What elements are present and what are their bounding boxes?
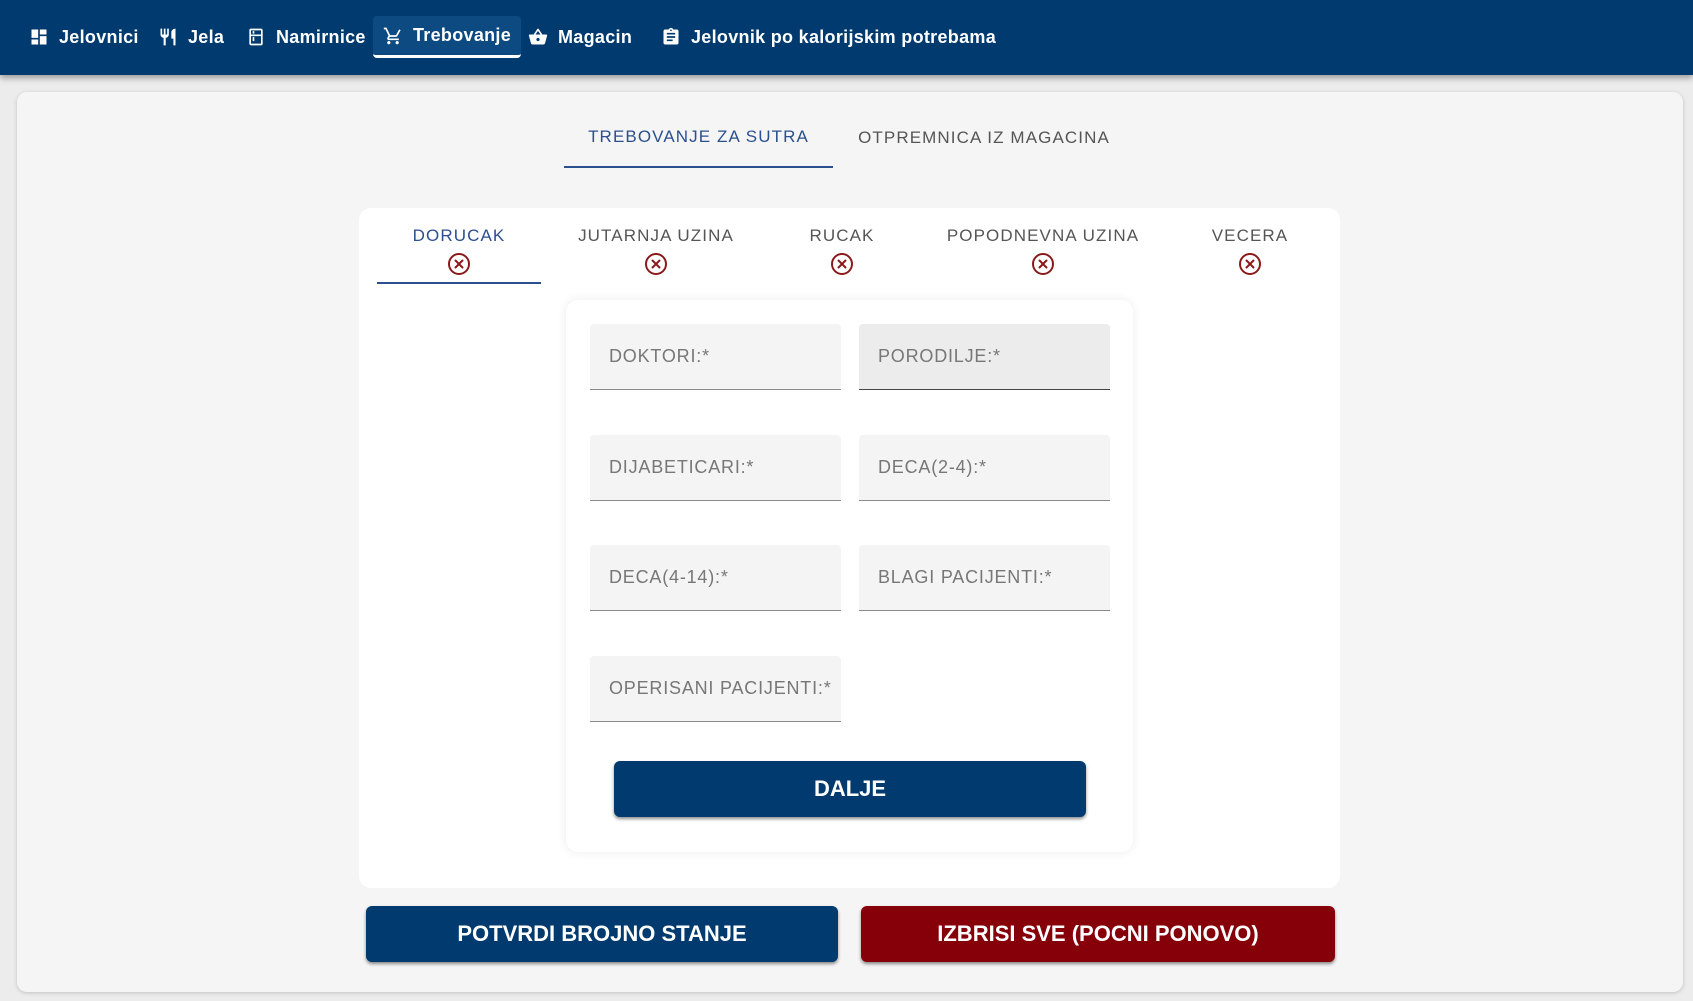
cancel-circle-icon	[645, 253, 667, 275]
meal-tab-rucak[interactable]: RUCAK	[790, 212, 894, 284]
nav-item-label: Jela	[188, 26, 225, 47]
cancel-circle-icon	[1032, 253, 1054, 275]
nav-item-label: Jelovnik po kalorijskim potrebama	[691, 26, 997, 47]
nav-item-label: Namirnice	[276, 26, 366, 47]
basket-icon	[528, 28, 548, 45]
dashboard-icon	[31, 29, 47, 45]
operisani-pacijenti-field[interactable]: OPERISANI PACIJENTI:*	[590, 656, 841, 722]
nav-item-jela[interactable]: Jela	[148, 16, 234, 58]
top-navigation-bar: Jelovnici Jela Namirnice Trebovanje Maga…	[0, 0, 1693, 75]
meal-tab-label: RUCAK	[809, 226, 875, 245]
meal-tab-popodnevna-uzina[interactable]: POPODNEVNA UZINA	[938, 212, 1148, 284]
blagi-pacijenti-field[interactable]: BLAGI PACIJENTI:*	[859, 545, 1110, 611]
meal-tab-label: VECERA	[1211, 226, 1289, 245]
nav-item-jelovnik-kalorije[interactable]: Jelovnik po kalorijskim potrebama	[651, 16, 1006, 58]
nav-item-label: Magacin	[558, 26, 633, 47]
nav-item-jelovnici[interactable]: Jelovnici	[19, 16, 149, 58]
doktori-field[interactable]: DOKTORI:*	[590, 324, 841, 390]
tab-trebovanje-za-sutra[interactable]: TREBOVANJE ZA SUTRA	[564, 108, 833, 168]
meal-tab-label: DORUCAK	[412, 226, 506, 245]
cancel-circle-icon	[448, 253, 470, 275]
cart-icon	[383, 27, 401, 44]
nav-item-magacin[interactable]: Magacin	[518, 16, 642, 58]
deca-4-14-field[interactable]: DECA(4-14):*	[590, 545, 841, 611]
delete-all-button[interactable]: IZBRISI SVE (POCNI PONOVO)	[861, 906, 1335, 962]
meal-tab-jutarnja-uzina[interactable]: JUTARNJA UZINA	[566, 212, 746, 284]
restaurant-icon	[160, 28, 176, 46]
meal-tab-dorucak[interactable]: DORUCAK	[377, 212, 541, 284]
nav-item-label: Jelovnici	[59, 26, 139, 47]
tab-otpremnica-iz-magacina[interactable]: OTPREMNICA IZ MAGACINA	[843, 108, 1125, 168]
porodilje-field[interactable]: PORODILJE:*	[859, 324, 1110, 390]
meal-tab-vecera[interactable]: VECERA	[1195, 212, 1305, 284]
kitchen-icon	[249, 28, 263, 46]
nav-item-trebovanje[interactable]: Trebovanje	[373, 16, 522, 58]
nav-item-namirnice[interactable]: Namirnice	[236, 16, 376, 58]
nav-item-label: Trebovanje	[413, 25, 512, 45]
cancel-circle-icon	[831, 253, 853, 275]
cancel-circle-icon	[1239, 253, 1261, 275]
confirm-count-button[interactable]: POTVRDI BROJNO STANJE	[366, 906, 838, 962]
clipboard-icon	[663, 27, 679, 45]
deca-2-4-field[interactable]: DECA(2-4):*	[859, 435, 1110, 501]
meal-tab-label: POPODNEVNA UZINA	[946, 226, 1140, 245]
dijabeticari-field[interactable]: DIJABETICARI:*	[590, 435, 841, 501]
meal-tab-label: JUTARNJA UZINA	[578, 226, 734, 245]
next-button[interactable]: DALJE	[614, 761, 1086, 817]
